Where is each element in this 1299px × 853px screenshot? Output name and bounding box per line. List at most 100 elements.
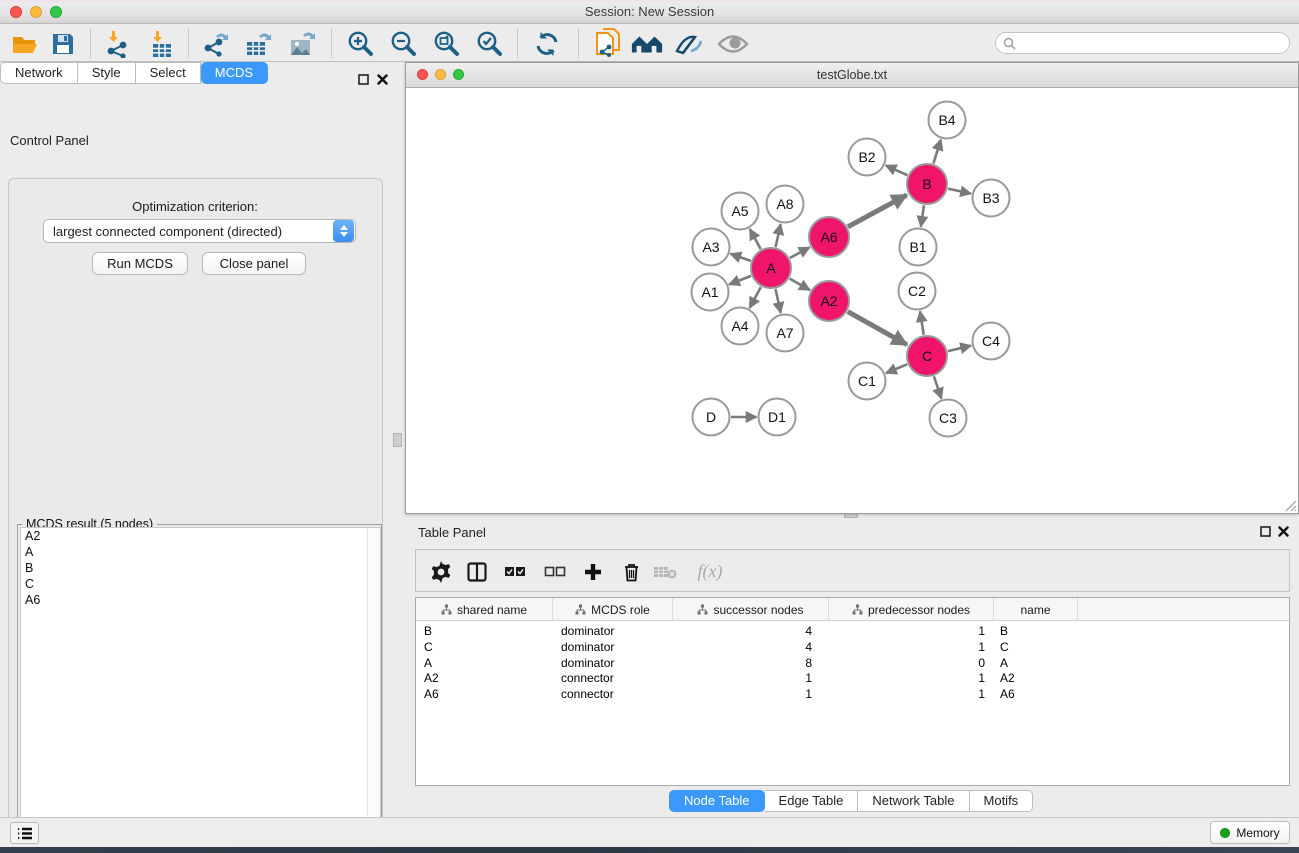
close-panel-button[interactable] xyxy=(375,72,389,86)
table-row[interactable]: Bdominator41B xyxy=(416,624,1289,640)
graph-edge[interactable] xyxy=(934,376,942,398)
criterion-select[interactable]: largest connected component (directed) xyxy=(43,219,356,243)
list-item[interactable]: C xyxy=(21,576,380,592)
graph-edge[interactable] xyxy=(750,287,761,308)
table-cell[interactable]: 4 xyxy=(673,624,829,640)
minimize-view-button[interactable] xyxy=(435,69,446,80)
tab-network[interactable]: Network xyxy=(0,62,78,84)
hide-all-columns-button[interactable] xyxy=(540,557,570,586)
network-canvas[interactable]: B4B2BB3A8A5A6A3B1AA1C2A2A4A7C4CC1DD1C3 xyxy=(406,88,1297,513)
window-resize-grip[interactable] xyxy=(1283,498,1297,512)
column-header-name[interactable]: name xyxy=(994,598,1078,621)
graph-edge[interactable] xyxy=(790,279,810,290)
graph-node[interactable]: B4 xyxy=(929,102,966,139)
zoom-out-button[interactable] xyxy=(386,28,420,59)
tab-style[interactable]: Style xyxy=(78,62,136,84)
table-cell[interactable]: 8 xyxy=(673,656,829,672)
table-cell[interactable]: C xyxy=(416,640,553,656)
search-input[interactable] xyxy=(1016,36,1276,50)
graph-edge[interactable] xyxy=(776,289,781,313)
export-table-button[interactable] xyxy=(241,28,275,59)
task-history-button[interactable] xyxy=(10,822,39,844)
tab-network-table[interactable]: Network Table xyxy=(858,790,969,812)
table-cell[interactable]: dominator xyxy=(553,624,673,640)
close-window-button[interactable] xyxy=(10,6,22,18)
graph-node[interactable]: A7 xyxy=(767,315,804,352)
graph-node[interactable]: A xyxy=(751,248,791,288)
list-item[interactable]: A xyxy=(21,544,380,560)
table-row[interactable]: Cdominator41C xyxy=(416,640,1289,656)
home-button[interactable] xyxy=(630,28,664,59)
graph-node[interactable]: D1 xyxy=(759,399,796,436)
network-file-button[interactable] xyxy=(592,28,626,59)
graph-edge[interactable] xyxy=(948,189,971,194)
export-image-button[interactable] xyxy=(285,28,319,59)
graph-node[interactable]: C2 xyxy=(899,273,936,310)
graph-node[interactable]: C3 xyxy=(930,400,967,437)
zoom-view-button[interactable] xyxy=(453,69,464,80)
zoom-selected-button[interactable] xyxy=(472,28,506,59)
table-cell[interactable]: connector xyxy=(553,671,673,687)
table-cell[interactable]: A6 xyxy=(416,687,553,703)
scrollbar-track[interactable] xyxy=(367,528,380,853)
show-all-columns-button[interactable] xyxy=(500,557,530,586)
close-table-panel-button[interactable] xyxy=(1276,524,1290,538)
zoom-fit-button[interactable] xyxy=(429,28,463,59)
graph-edge[interactable] xyxy=(848,312,907,345)
export-network-button[interactable] xyxy=(198,28,232,59)
graph-node[interactable]: B1 xyxy=(900,229,937,266)
minimize-window-button[interactable] xyxy=(30,6,42,18)
open-session-button[interactable] xyxy=(8,28,42,59)
table-cell[interactable]: C xyxy=(994,640,1078,656)
graph-edge[interactable] xyxy=(776,224,781,247)
tab-edge-table[interactable]: Edge Table xyxy=(765,790,859,812)
graph-node[interactable]: A4 xyxy=(722,308,759,345)
table-cell[interactable]: 1 xyxy=(673,671,829,687)
graph-node[interactable]: A2 xyxy=(809,281,849,321)
tab-node-table[interactable]: Node Table xyxy=(669,790,765,812)
table-cell[interactable]: dominator xyxy=(553,656,673,672)
import-table-button[interactable] xyxy=(144,28,178,59)
table-cell[interactable]: connector xyxy=(553,687,673,703)
zoom-window-button[interactable] xyxy=(50,6,62,18)
graph-edge[interactable] xyxy=(933,140,940,164)
table-cell[interactable]: A2 xyxy=(994,671,1078,687)
table-row[interactable]: Adominator80A xyxy=(416,656,1289,672)
graph-edge[interactable] xyxy=(848,195,907,227)
close-view-button[interactable] xyxy=(417,69,428,80)
float-table-panel-button[interactable] xyxy=(1258,524,1272,538)
split-table-button[interactable] xyxy=(462,557,492,586)
table-cell[interactable]: 4 xyxy=(673,640,829,656)
vertical-splitter-grip[interactable] xyxy=(393,433,402,447)
graph-edge[interactable] xyxy=(886,364,907,373)
graph-node[interactable]: C1 xyxy=(849,363,886,400)
table-settings-button[interactable] xyxy=(426,557,456,586)
float-panel-button[interactable] xyxy=(356,72,370,86)
table-cell[interactable]: dominator xyxy=(553,640,673,656)
save-session-button[interactable] xyxy=(46,28,80,59)
search-field[interactable] xyxy=(995,32,1290,54)
column-header-mcds-role[interactable]: MCDS role xyxy=(553,598,673,621)
function-builder-button[interactable]: f(x) xyxy=(688,557,732,586)
refresh-layout-button[interactable] xyxy=(530,28,564,59)
graph-node[interactable]: B3 xyxy=(973,180,1010,217)
table-cell[interactable]: 0 xyxy=(829,656,994,672)
graph-edge[interactable] xyxy=(948,346,971,351)
graph-node[interactable]: A6 xyxy=(809,217,849,257)
column-header-successor-nodes[interactable]: successor nodes xyxy=(673,598,829,621)
graph-edge[interactable] xyxy=(921,205,924,226)
table-cell[interactable]: A2 xyxy=(416,671,553,687)
graph-node[interactable]: D xyxy=(693,399,730,436)
table-cell[interactable]: A xyxy=(994,656,1078,672)
table-cell[interactable]: 1 xyxy=(673,687,829,703)
table-cell[interactable]: B xyxy=(994,624,1078,640)
table-row[interactable]: A6connector11A6 xyxy=(416,687,1289,703)
run-mcds-button[interactable]: Run MCDS xyxy=(92,252,188,275)
graph-edge[interactable] xyxy=(886,165,908,175)
graph-node[interactable]: A1 xyxy=(692,274,729,311)
graph-node[interactable]: C xyxy=(907,336,947,376)
hide-panels-button[interactable] xyxy=(672,28,706,59)
table-cell[interactable]: B xyxy=(416,624,553,640)
import-network-button[interactable] xyxy=(100,28,134,59)
table-cell[interactable]: 1 xyxy=(829,687,994,703)
